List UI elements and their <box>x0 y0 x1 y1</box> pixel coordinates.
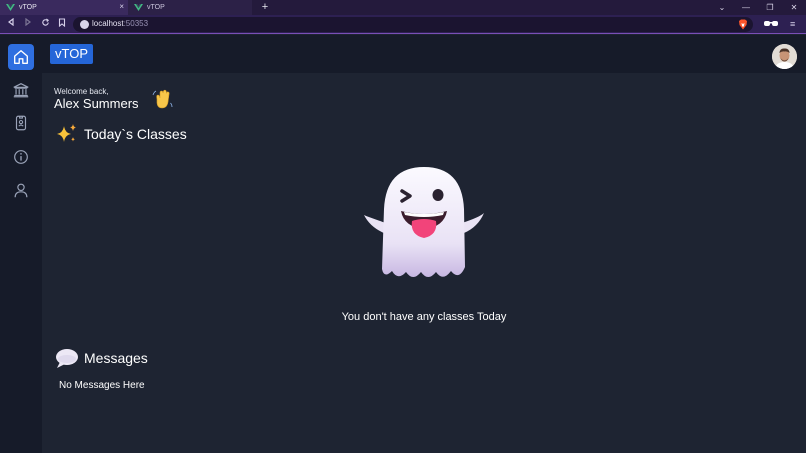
brand-logo[interactable]: vTOP <box>50 44 93 64</box>
address-bar[interactable]: localhost:50353 <box>73 17 753 32</box>
site-info-icon[interactable] <box>80 20 89 29</box>
sidebar-item-id-card[interactable] <box>8 110 34 136</box>
classes-section-header: Today`s Classes <box>55 123 187 145</box>
vue-logo-icon <box>6 4 15 11</box>
tab-title: vTOP <box>147 4 165 11</box>
bookmark-button[interactable] <box>56 18 68 30</box>
forward-icon <box>25 17 31 27</box>
tab-title: vTOP <box>19 4 37 11</box>
menu-icon[interactable]: ≡ <box>790 18 795 30</box>
sidebar-item-institution[interactable] <box>8 77 34 103</box>
no-messages-text: No Messages Here <box>59 380 145 391</box>
info-icon <box>14 150 28 164</box>
sparkles-icon <box>57 124 76 142</box>
sidebar <box>0 35 42 453</box>
avatar[interactable] <box>772 44 797 69</box>
brave-shield-icon[interactable] <box>738 19 748 30</box>
user-name: Alex Summers <box>54 96 139 111</box>
browser-toolbar: localhost:50353 ≡ <box>0 15 806 34</box>
app-header: vTOP <box>42 35 806 73</box>
user-icon <box>14 183 28 198</box>
bank-icon <box>13 83 29 98</box>
reload-icon <box>41 18 49 26</box>
extension-icon[interactable] <box>763 20 779 28</box>
new-tab-button[interactable]: + <box>259 0 271 15</box>
welcome-label: Welcome back, <box>54 87 109 96</box>
url-text[interactable]: localhost:50353 <box>92 19 148 28</box>
browser-tab-inactive[interactable]: vTOP <box>128 0 252 15</box>
vue-logo-icon <box>134 4 143 11</box>
maximize-button[interactable]: ❐ <box>758 0 782 15</box>
ghost-icon <box>364 167 484 277</box>
sidebar-item-info[interactable] <box>8 144 34 170</box>
back-button[interactable] <box>5 17 17 30</box>
user-avatar-icon <box>772 44 797 69</box>
close-tab-icon[interactable]: × <box>119 2 124 11</box>
sidebar-item-profile[interactable] <box>8 177 34 203</box>
browser-tab-active[interactable]: vTOP × <box>0 0 128 15</box>
close-window-button[interactable]: ✕ <box>782 0 806 15</box>
browser-tab-bar: vTOP × vTOP + ⌄ — ❐ ✕ <box>0 0 806 15</box>
speech-bubble-icon <box>56 349 78 368</box>
forward-button[interactable] <box>22 17 34 30</box>
home-icon <box>14 50 28 64</box>
main-content: Welcome back, Alex Summers Today`s Class… <box>42 73 806 453</box>
tab-search-button[interactable]: ⌄ <box>710 0 734 15</box>
reload-button[interactable] <box>39 18 51 30</box>
bookmark-icon <box>58 18 66 28</box>
no-classes-message: You don't have any classes Today <box>341 311 507 323</box>
waving-hand-icon <box>152 89 173 109</box>
id-card-icon <box>15 115 27 131</box>
minimize-button[interactable]: — <box>734 0 758 15</box>
classes-title: Today`s Classes <box>84 126 187 142</box>
messages-title: Messages <box>84 350 148 366</box>
back-icon <box>8 17 14 27</box>
sidebar-item-home[interactable] <box>8 44 34 70</box>
messages-section-header: Messages <box>55 347 148 369</box>
